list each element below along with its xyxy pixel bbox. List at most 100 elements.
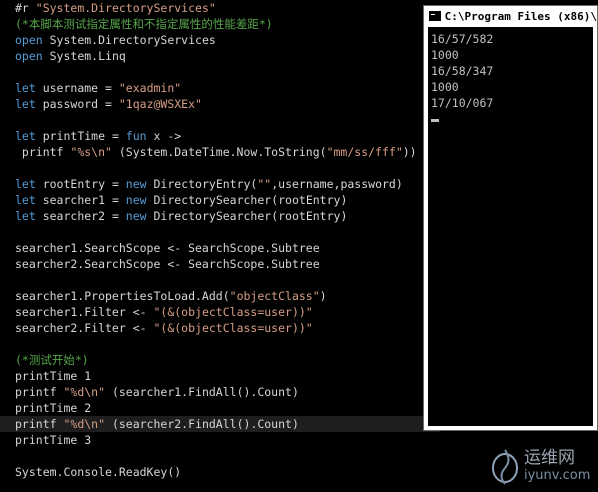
code-line[interactable]: (*测试开始*) xyxy=(15,352,417,368)
code-token: printf xyxy=(15,145,71,159)
code-token: "%s\n" xyxy=(70,145,112,159)
code-token: "objectClass" xyxy=(229,289,320,303)
code-token: new xyxy=(125,177,147,191)
console-title: C:\Program Files (x86)\ xyxy=(444,9,597,23)
code-line[interactable]: printTime 1 xyxy=(15,368,417,384)
code-token: "%d\n" xyxy=(63,417,106,431)
code-token: "" xyxy=(257,177,272,191)
watermark: 运维网 iyunv.com xyxy=(490,440,598,492)
code-token: (searcher1.FindAll().Count) xyxy=(105,385,299,399)
code-token: (searcher2.FindAll().Count) xyxy=(105,417,299,431)
code-token: let xyxy=(15,81,36,95)
watermark-site-name: 运维网 xyxy=(524,448,575,468)
code-line[interactable]: let printTime = fun x -> xyxy=(15,128,417,144)
code-token: "(&(objectClass=user))" xyxy=(153,305,313,319)
code-token: let xyxy=(15,129,36,143)
console-output[interactable]: 16/57/582 1000 16/58/347 1000 17/10/067 xyxy=(428,27,593,426)
code-line[interactable]: let searcher1 = new DirectorySearcher(ro… xyxy=(15,192,417,208)
code-token: searcher1 = xyxy=(35,193,126,207)
code-line[interactable]: printTime 3 xyxy=(15,432,417,448)
code-token: printTime 3 xyxy=(15,433,92,447)
code-token: new xyxy=(125,193,147,207)
code-token: let xyxy=(15,97,36,111)
code-token: printf xyxy=(15,417,64,431)
code-token: searcher2 = xyxy=(35,209,126,223)
code-token: DirectoryEntry( xyxy=(146,177,258,191)
code-line[interactable]: searcher1.SearchScope <- SearchScope.Sub… xyxy=(15,240,417,256)
code-line[interactable]: let username = "exadmin" xyxy=(15,80,417,96)
code-token: searcher1.PropertiesToLoad.Add( xyxy=(15,289,230,303)
code-line[interactable]: open System.DirectoryServices xyxy=(15,32,417,48)
code-token: "(&(objectClass=user))" xyxy=(153,321,313,335)
code-token: )) xyxy=(402,145,417,159)
code-token: new xyxy=(125,209,147,223)
code-token: let xyxy=(15,177,36,191)
code-line[interactable]: searcher2.SearchScope <- SearchScope.Sub… xyxy=(15,256,417,272)
code-area[interactable]: #r "System.DirectoryServices" (*本脚本测试指定属性… xyxy=(0,0,440,480)
code-line[interactable]: open System.Linq xyxy=(15,48,417,64)
console-window-icon xyxy=(429,11,441,21)
watermark-logo-icon xyxy=(492,449,518,485)
code-token: searcher1.Filter <- xyxy=(15,305,154,319)
code-token: let xyxy=(15,193,36,207)
code-token: printTime = xyxy=(35,129,126,143)
code-token: searcher1.SearchScope <- SearchScope.Sub… xyxy=(15,241,320,255)
code-line[interactable] xyxy=(15,272,417,288)
code-line[interactable]: printTime 2 xyxy=(15,400,417,416)
code-line[interactable]: System.Console.ReadKey() xyxy=(15,464,417,480)
code-token: (*本脚本测试指定属性和不指定属性的性能差距*) xyxy=(15,17,273,31)
console-output-line: 16/57/582 xyxy=(431,32,494,46)
code-line[interactable]: printf "%s\n" (System.DateTime.Now.ToStr… xyxy=(15,144,417,160)
code-token: DirectorySearcher(rootEntry) xyxy=(146,193,348,207)
code-line[interactable]: let password = "1qaz@WSXEx" xyxy=(15,96,417,112)
code-token: "mm/ss/fff" xyxy=(326,145,403,159)
console-cursor xyxy=(431,119,439,122)
code-line[interactable] xyxy=(15,224,417,240)
code-token: ,username,password) xyxy=(271,177,403,191)
code-line[interactable]: searcher1.Filter <- "(&(objectClass=user… xyxy=(15,304,417,320)
code-token: open xyxy=(15,49,43,63)
code-token: "%d\n" xyxy=(63,385,106,399)
watermark-url: iyunv.com xyxy=(524,468,591,483)
code-token: username = xyxy=(35,81,119,95)
console-output-line: 1000 xyxy=(431,80,459,94)
code-token: ) xyxy=(319,289,327,303)
code-token: let xyxy=(15,209,36,223)
code-line[interactable] xyxy=(15,112,417,128)
code-token: rootEntry = xyxy=(35,177,126,191)
console-window[interactable]: C:\Program Files (x86)\ 16/57/582 1000 16/… xyxy=(423,5,598,431)
console-title-bar[interactable]: C:\Program Files (x86)\ xyxy=(425,7,597,25)
code-token: System.Linq xyxy=(42,49,126,63)
code-token: searcher2.SearchScope <- SearchScope.Sub… xyxy=(15,257,320,271)
code-token: (*测试开始*) xyxy=(15,353,89,367)
code-line[interactable] xyxy=(15,64,417,80)
code-line[interactable]: #r "System.DirectoryServices" xyxy=(15,0,417,16)
code-token: fun xyxy=(125,129,147,143)
code-token: (System.DateTime.Now.ToString( xyxy=(111,145,327,159)
code-token: printf xyxy=(15,385,64,399)
code-token: "1qaz@WSXEx" xyxy=(118,97,202,111)
code-token: System.DirectoryServices xyxy=(42,33,216,47)
code-line[interactable]: searcher1.PropertiesToLoad.Add("objectCl… xyxy=(15,288,417,304)
code-line[interactable]: searcher2.Filter <- "(&(objectClass=user… xyxy=(15,320,417,336)
code-token: open xyxy=(15,33,43,47)
code-token: "exadmin" xyxy=(118,81,182,95)
code-line[interactable]: printf "%d\n" (searcher2.FindAll().Count… xyxy=(0,416,440,432)
code-token: DirectorySearcher(rootEntry) xyxy=(146,209,348,223)
code-line[interactable] xyxy=(15,336,417,352)
code-line[interactable] xyxy=(15,448,417,464)
code-line[interactable]: let rootEntry = new DirectoryEntry("",us… xyxy=(15,176,417,192)
code-token: searcher2.Filter <- xyxy=(15,321,154,335)
code-token: password = xyxy=(35,97,119,111)
code-token: x -> xyxy=(146,129,189,143)
code-line[interactable] xyxy=(15,160,417,176)
code-token: System.Console.ReadKey() xyxy=(15,465,182,479)
console-output-line: 16/58/347 xyxy=(431,64,494,78)
console-output-line: 1000 xyxy=(431,48,459,62)
code-line[interactable]: printf "%d\n" (searcher1.FindAll().Count… xyxy=(15,384,417,400)
code-token: printTime 2 xyxy=(15,401,92,415)
code-token: "System.DirectoryServices" xyxy=(35,1,216,15)
code-line[interactable]: let searcher2 = new DirectorySearcher(ro… xyxy=(15,208,417,224)
console-output-line: 17/10/067 xyxy=(431,96,494,110)
code-line[interactable]: (*本脚本测试指定属性和不指定属性的性能差距*) xyxy=(15,16,417,32)
